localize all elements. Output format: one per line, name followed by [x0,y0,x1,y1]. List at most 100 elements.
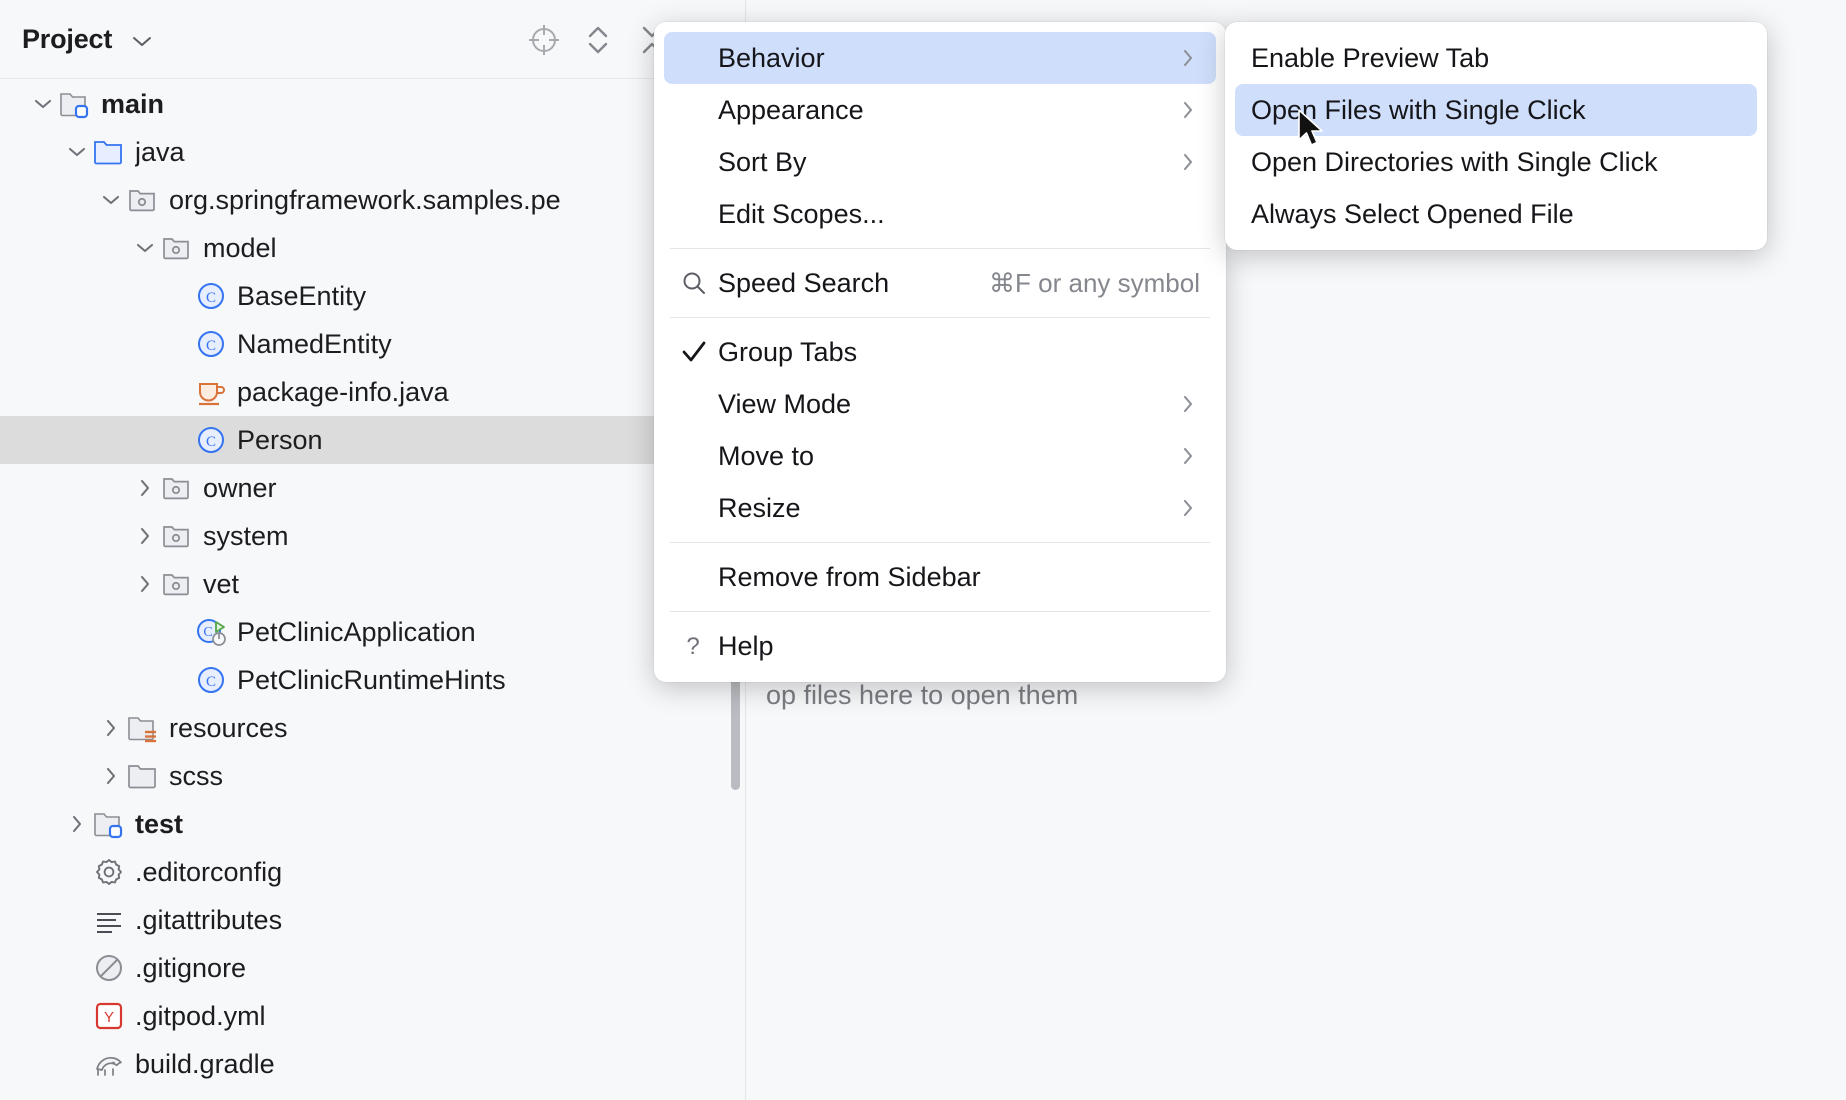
menu-item-label: Sort By [718,147,1200,178]
project-tree[interactable]: main java org.springframework.samples.pe mo… [0,80,745,1100]
menu-item-label: Always Select Opened File [1251,199,1741,230]
tree-row-label: .gitattributes [135,905,282,936]
menu-item[interactable]: Enable Preview Tab [1235,32,1757,84]
chevron-right-icon[interactable] [96,713,126,743]
menu-separator [670,317,1210,318]
tree-row-label: Person [237,425,323,456]
package-icon [160,519,194,553]
plain-folder-icon [126,759,160,793]
expand-collapse-icon[interactable] [575,17,621,63]
chevron-right-icon[interactable] [130,473,160,503]
tree-row[interactable]: CNamedEntity [0,320,745,368]
resources-folder-icon [126,711,160,745]
text-lines-file-icon [92,903,126,937]
chevron-down-icon[interactable] [28,89,58,119]
svg-text:C: C [206,338,216,354]
tree-row[interactable]: resources [0,704,745,752]
menu-item[interactable]: Speed Search ⌘F or any symbol [664,257,1216,309]
tree-row-label: PetClinicApplication [237,617,476,648]
tree-row[interactable]: java [0,128,745,176]
tree-row[interactable]: test [0,800,745,848]
tree-row[interactable]: build.gradle [0,1040,745,1088]
check-icon [680,338,718,366]
tree-row-label: .editorconfig [135,857,282,888]
package-icon [160,231,194,265]
tree-row-label: scss [169,761,223,792]
java-class-icon: C [194,663,228,697]
chevron-down-icon[interactable] [130,233,160,263]
tree-row-label: .gitignore [135,953,246,984]
tree-row[interactable]: main [0,80,745,128]
tree-row-label: java [135,137,185,168]
package-icon [160,567,194,601]
chevron-down-icon[interactable] [131,24,153,55]
menu-item-label: Speed Search [718,268,967,299]
menu-item[interactable]: ?Help [664,620,1216,672]
yaml-file-icon: Y [92,999,126,1033]
java-class-icon: C [194,423,228,457]
tree-row[interactable]: org.springframework.samples.pe [0,176,745,224]
tree-row[interactable]: .gitattributes [0,896,745,944]
gear-file-icon [92,855,126,889]
tree-row-label: PetClinicRuntimeHints [237,665,506,696]
tree-row[interactable]: .editorconfig [0,848,745,896]
select-opened-file-icon[interactable] [521,17,567,63]
chevron-down-icon[interactable] [62,137,92,167]
menu-item-label: Edit Scopes... [718,199,1200,230]
menu-item-shortcut: ⌘F or any symbol [989,268,1200,299]
tree-row-label: resources [169,713,288,744]
tree-row[interactable]: C Person [0,416,745,464]
tree-row[interactable]: C PetClinicApplication [0,608,745,656]
tree-row[interactable]: CBaseEntity [0,272,745,320]
menu-item-label: Enable Preview Tab [1251,43,1741,74]
tree-row-label: vet [203,569,239,600]
sidebar-options-context-menu[interactable]: BehaviorAppearance Sort By Edit Scopes... S… [654,22,1226,682]
runnable-class-icon: C [194,615,228,649]
menu-item[interactable]: View Mode [664,378,1216,430]
java-class-icon: C [194,279,228,313]
page-title[interactable]: Project [22,24,153,55]
menu-separator [670,542,1210,543]
tree-row[interactable]: scss [0,752,745,800]
tree-row[interactable]: Y.gitpod.yml [0,992,745,1040]
chevron-right-icon[interactable] [62,809,92,839]
menu-item-label: Move to [718,441,1200,472]
tree-row[interactable]: model [0,224,745,272]
menu-item-label: Remove from Sidebar [718,562,1200,593]
menu-item-label: View Mode [718,389,1200,420]
menu-item[interactable]: Remove from Sidebar [664,551,1216,603]
editor-drop-hint: op files here to open them [766,680,1078,711]
tree-row[interactable]: .gitignore [0,944,745,992]
tree-row-label: main [101,89,164,120]
menu-item-label: Group Tabs [718,337,1200,368]
blue-folder-icon [92,135,126,169]
chevron-right-icon [1178,394,1198,414]
menu-item[interactable]: Resize [664,482,1216,534]
chevron-right-icon[interactable] [130,521,160,551]
tree-row-label: model [203,233,277,264]
tree-row[interactable]: owner [0,464,745,512]
tree-row-label: test [135,809,183,840]
menu-item[interactable]: Appearance [664,84,1216,136]
tree-row[interactable]: vet [0,560,745,608]
chevron-right-icon[interactable] [96,761,126,791]
tree-row[interactable]: system [0,512,745,560]
menu-item[interactable]: Edit Scopes... [664,188,1216,240]
menu-item[interactable]: Move to [664,430,1216,482]
chevron-right-icon[interactable] [130,569,160,599]
menu-item[interactable]: Sort By [664,136,1216,188]
chevron-down-icon[interactable] [96,185,126,215]
tree-row-label: package-info.java [237,377,449,408]
menu-item[interactable]: Group Tabs [664,326,1216,378]
svg-text:C: C [206,674,216,690]
tree-row[interactable]: C PetClinicRuntimeHints [0,656,745,704]
tree-row-label: owner [203,473,277,504]
menu-item[interactable]: Behavior [664,32,1216,84]
menu-item[interactable]: Always Select Opened File [1235,188,1757,240]
tree-row[interactable]: package-info.java [0,368,745,416]
menu-item-label: Resize [718,493,1200,524]
sidebar-header: Project [0,0,745,79]
mouse-pointer-icon [1297,108,1327,157]
menu-separator [670,248,1210,249]
svg-text:C: C [203,625,212,640]
